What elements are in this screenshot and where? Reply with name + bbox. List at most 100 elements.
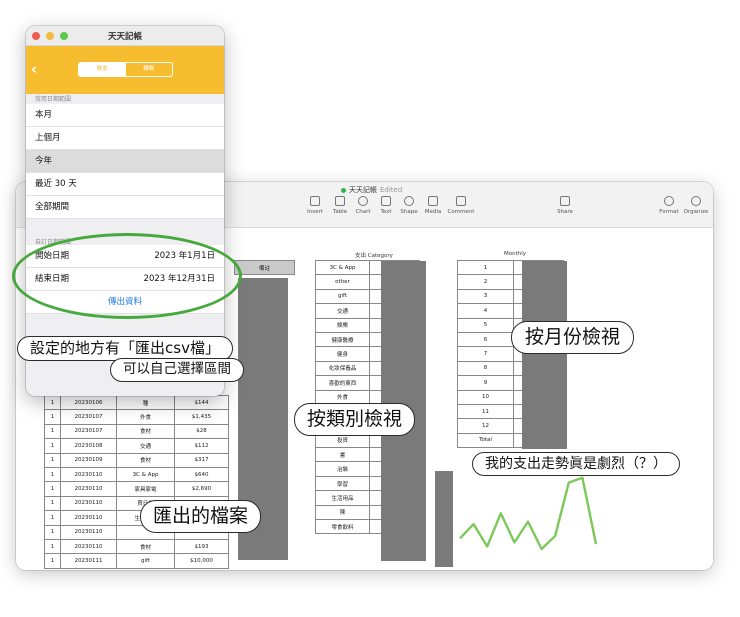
table-row[interactable]: 1 20230108 交通 $112 bbox=[44, 438, 229, 454]
table-row[interactable]: 1 20230107 食材 $28 bbox=[44, 423, 229, 440]
segment-income-expense[interactable]: 收支 bbox=[79, 63, 126, 76]
table-cell[interactable]: 20230110 bbox=[60, 495, 117, 512]
table-cell[interactable]: $1,435 bbox=[174, 409, 229, 425]
table-row[interactable]: 1 20230110 3C & App $640 bbox=[44, 466, 229, 483]
category-cell[interactable]: 健康醫療 bbox=[315, 331, 370, 348]
month-cell[interactable]: 3 bbox=[457, 288, 514, 305]
table-cell[interactable]: 20230108 bbox=[60, 438, 117, 454]
table-cell[interactable]: 食材 bbox=[116, 423, 175, 440]
segment-transfer[interactable]: 轉帳 bbox=[126, 63, 173, 76]
table-cell[interactable]: 20230111 bbox=[60, 553, 117, 569]
comment-button[interactable]: Comment bbox=[444, 196, 478, 215]
table-cell[interactable]: 家具家電 bbox=[116, 481, 175, 497]
summary-bar bbox=[435, 471, 453, 567]
table-cell[interactable]: gift bbox=[116, 553, 175, 569]
table-cell[interactable]: 1 bbox=[44, 538, 61, 555]
month-cell[interactable]: 4 bbox=[457, 303, 514, 319]
category-cell[interactable]: 陳 bbox=[315, 504, 370, 521]
category-cell[interactable]: other bbox=[315, 274, 370, 290]
table-cell[interactable]: 20230110 bbox=[60, 524, 117, 540]
table-cell[interactable]: 1 bbox=[44, 394, 61, 411]
app-title: 天天記帳 bbox=[107, 32, 142, 42]
category-cell[interactable]: 3C & App bbox=[315, 259, 370, 276]
table-cell[interactable]: 食材 bbox=[116, 452, 175, 468]
range-this-year[interactable]: 今年 bbox=[26, 150, 224, 173]
table-cell[interactable]: $317 bbox=[174, 452, 229, 468]
category-cell[interactable]: 健身 bbox=[315, 346, 370, 362]
table-cell[interactable]: 1 bbox=[44, 423, 61, 440]
month-cell[interactable]: 8 bbox=[457, 360, 514, 377]
edited-status: Edited bbox=[380, 186, 403, 194]
highlight-ring bbox=[12, 233, 242, 319]
chevron-left-icon[interactable]: ‹ bbox=[31, 60, 37, 78]
month-cell[interactable]: 7 bbox=[457, 346, 514, 362]
media-icon bbox=[428, 196, 438, 206]
spending-trend-line bbox=[459, 476, 598, 551]
month-cell[interactable]: 12 bbox=[457, 418, 514, 434]
range-last-month[interactable]: 上個月 bbox=[26, 127, 224, 150]
category-cell[interactable]: 喜歡的東西 bbox=[315, 375, 370, 391]
month-cell[interactable]: Total bbox=[457, 432, 514, 449]
category-cell[interactable]: gift bbox=[315, 288, 370, 305]
table-cell[interactable]: 1 bbox=[44, 452, 61, 468]
table-cell[interactable]: 20230106 bbox=[60, 394, 117, 411]
table-cell[interactable]: 20230110 bbox=[60, 466, 117, 483]
table-cell[interactable]: 1 bbox=[44, 553, 61, 569]
range-all-time[interactable]: 全部期間 bbox=[26, 196, 224, 219]
table-row[interactable]: 1 20230109 食材 $317 bbox=[44, 452, 229, 468]
table-cell[interactable]: $28 bbox=[174, 423, 229, 440]
table-cell[interactable]: 20230109 bbox=[60, 452, 117, 468]
organize-button[interactable]: Organize bbox=[679, 196, 713, 215]
table-cell[interactable]: 交通 bbox=[116, 438, 175, 454]
category-cell[interactable]: 娛樂 bbox=[315, 317, 370, 333]
records-table[interactable]: 1 20230106 種 $144 1 20230107 外食 $1,435 1 20230107… bbox=[44, 394, 229, 569]
table-cell[interactable]: 外食 bbox=[116, 409, 175, 425]
table-row[interactable]: 1 20230106 種 $144 bbox=[44, 394, 229, 411]
range-last-30-days[interactable]: 最近 30 天 bbox=[26, 173, 224, 196]
month-cell[interactable]: 11 bbox=[457, 403, 514, 420]
table-row[interactable]: 1 20230110 家具家電 $2,690 bbox=[44, 481, 229, 497]
table-cell[interactable]: 1 bbox=[44, 466, 61, 483]
table-cell[interactable]: 1 bbox=[44, 438, 61, 454]
table-cell[interactable]: $193 bbox=[174, 538, 229, 555]
table-cell[interactable]: 1 bbox=[44, 495, 61, 512]
range-this-month[interactable]: 本月 bbox=[26, 104, 224, 127]
month-cell[interactable]: 9 bbox=[457, 375, 514, 391]
table-cell[interactable]: 1 bbox=[44, 409, 61, 425]
table-cell[interactable]: 20230107 bbox=[60, 423, 117, 440]
table-row[interactable]: 1 20230111 gift $10,000 bbox=[44, 553, 229, 569]
table-cell[interactable]: 20230107 bbox=[60, 409, 117, 425]
table-cell[interactable]: 20230110 bbox=[60, 481, 117, 497]
table-cell[interactable]: 20230110 bbox=[60, 538, 117, 555]
table-cell[interactable]: 20230110 bbox=[60, 510, 117, 526]
table-row[interactable]: 1 20230107 外食 $1,435 bbox=[44, 409, 229, 425]
table-cell[interactable]: 1 bbox=[44, 481, 61, 497]
category-cell[interactable]: 化妝保養品 bbox=[315, 360, 370, 377]
category-cell[interactable]: 書 bbox=[315, 447, 370, 463]
category-cell[interactable]: 治裝 bbox=[315, 461, 370, 477]
category-cell[interactable]: 交通 bbox=[315, 303, 370, 319]
table-cell[interactable]: 1 bbox=[44, 510, 61, 526]
category-cell[interactable]: 生活用品 bbox=[315, 490, 370, 506]
share-button[interactable]: Share bbox=[548, 196, 582, 215]
month-cell[interactable]: 2 bbox=[457, 274, 514, 290]
table-cell[interactable]: $112 bbox=[174, 438, 229, 454]
category-cell[interactable]: 學習 bbox=[315, 475, 370, 492]
month-cell[interactable]: 6 bbox=[457, 331, 514, 348]
month-cell[interactable]: 5 bbox=[457, 317, 514, 333]
app-titlebar: 天天記帳 bbox=[26, 26, 224, 46]
table-cell[interactable]: $10,000 bbox=[174, 553, 229, 569]
table-cell[interactable]: 1 bbox=[44, 524, 61, 540]
table-cell[interactable]: 種 bbox=[116, 394, 175, 411]
table-row[interactable]: 1 20230110 食材 $193 bbox=[44, 538, 229, 555]
table-cell[interactable]: $144 bbox=[174, 394, 229, 411]
text-icon bbox=[381, 196, 391, 206]
table-cell[interactable]: 食材 bbox=[116, 538, 175, 555]
table-cell[interactable]: $2,690 bbox=[174, 481, 229, 497]
category-cell[interactable]: 零食飲料 bbox=[315, 519, 370, 535]
table-cell[interactable]: $640 bbox=[174, 466, 229, 483]
table-cell[interactable]: 3C & App bbox=[116, 466, 175, 483]
month-cell[interactable]: 1 bbox=[457, 259, 514, 276]
month-cell[interactable]: 10 bbox=[457, 389, 514, 405]
segmented-control[interactable]: 收支 轉帳 bbox=[78, 62, 173, 77]
